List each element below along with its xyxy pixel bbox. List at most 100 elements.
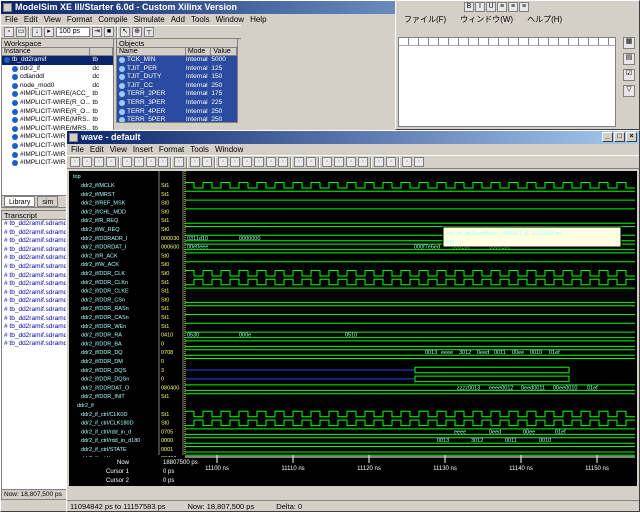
menu-compile[interactable]: Compile — [98, 14, 127, 25]
menu-window[interactable]: Window — [216, 14, 244, 25]
break-icon[interactable]: ■ — [104, 27, 114, 37]
side-tool-3-icon[interactable]: ☑ — [623, 69, 635, 81]
zoom-out-icon[interactable]: · — [334, 157, 344, 167]
workspace-tree-item[interactable]: #IMPLICIT-WIRE(MRS... tb — [2, 116, 113, 125]
zoom-in-icon[interactable]: · — [322, 157, 332, 167]
signal-name[interactable]: ddr2_if/DDR_DQS — [81, 368, 127, 374]
new-icon[interactable]: ▫ — [4, 27, 14, 37]
object-row[interactable]: TERR_2PER Internal 175 — [117, 90, 237, 99]
run-icon[interactable]: ▸ — [44, 27, 54, 37]
cut-icon[interactable]: · — [122, 157, 132, 167]
print-icon[interactable]: · — [106, 157, 116, 167]
workspace-tree-item[interactable]: node_mod0 dc — [2, 82, 113, 91]
signal-name[interactable]: ddr2_if/R_ACK — [81, 253, 118, 259]
object-row[interactable]: TERR_5PER Internal 250 — [117, 116, 237, 122]
mode-column-header[interactable]: Mode — [186, 48, 212, 55]
signal-name[interactable]: ddr2_if_ctrl/CLK0D — [81, 412, 127, 418]
wave-display[interactable]: top ddr2_if/MCLK St1 ddr2_if/MRST St1 ddr2_if… — [69, 171, 637, 486]
menu-add[interactable]: Add — [171, 14, 185, 25]
edge-next-icon[interactable]: · — [414, 157, 424, 167]
wave-menu-insert[interactable]: Insert — [133, 144, 153, 155]
workspace-tree-item[interactable]: cdlanddl dc — [2, 73, 113, 82]
signal-name[interactable]: ddr2_if/DDR_CLKn — [81, 280, 128, 286]
object-row[interactable]: TCK_MIN Internal 5000 — [117, 56, 237, 65]
italic-icon[interactable]: I — [475, 2, 485, 12]
copy-icon[interactable]: · — [134, 157, 144, 167]
object-row[interactable]: TJIT_DUTY Internal 150 — [117, 73, 237, 82]
step-icon[interactable]: ↓ — [32, 27, 42, 37]
bg-menu-help[interactable]: ヘルプ(H) — [527, 14, 562, 25]
select-icon[interactable]: · — [294, 157, 304, 167]
edge-prev-icon[interactable]: · — [402, 157, 412, 167]
workspace-tree-item[interactable]: #IMPLICIT-WIRE(ACC_... tb — [2, 90, 113, 99]
minimize-button[interactable]: _ — [602, 132, 613, 142]
menu-file[interactable]: File — [5, 14, 18, 25]
ruler-icon[interactable]: ┬ — [144, 27, 154, 37]
wave-menu-file[interactable]: File — [71, 144, 84, 155]
signal-name[interactable]: ddr2_if/DDR_CASn — [81, 315, 129, 321]
menu-tools[interactable]: Tools — [191, 14, 210, 25]
menu-view[interactable]: View — [44, 14, 61, 25]
signal-name[interactable]: ddr2_if/DDR_CLKE — [81, 289, 129, 295]
zoom-icon[interactable]: ⊕ — [132, 27, 142, 37]
undo-icon[interactable]: · — [158, 157, 168, 167]
add-wave-icon[interactable]: · — [190, 157, 200, 167]
workspace-tree-item[interactable]: #IMPLICIT-WIRE(R_O...tb — [2, 99, 113, 108]
signal-name[interactable]: ddr2_if/DDR_CSn — [81, 297, 125, 303]
signal-name[interactable]: ddr2_if/CHL_MDD — [81, 209, 126, 215]
signal-name[interactable]: ddr2_if/MCLK — [81, 183, 115, 189]
signal-name[interactable]: ddr2_if/DDRDAT_O — [81, 385, 130, 391]
side-tool-4-icon[interactable]: ▽ — [623, 85, 635, 97]
align-icon[interactable]: ≡ — [497, 2, 507, 12]
value-column-header[interactable]: Value — [211, 48, 237, 55]
new-icon[interactable]: · — [70, 157, 80, 167]
signal-name[interactable]: ddr2_if/DDR_DQ — [81, 350, 123, 356]
continue-icon[interactable]: · — [254, 157, 264, 167]
signal-name[interactable]: ddr2_if/DDR_RASn — [81, 306, 129, 312]
wave-menu-edit[interactable]: Edit — [90, 144, 104, 155]
close-button[interactable]: × — [626, 132, 637, 142]
side-tool-2-icon[interactable]: ▤ — [623, 53, 635, 65]
find-edge-icon[interactable]: · — [202, 157, 212, 167]
save-icon[interactable]: · — [94, 157, 104, 167]
open-icon[interactable]: · — [82, 157, 92, 167]
break-icon[interactable]: · — [266, 157, 276, 167]
run-icon[interactable]: · — [230, 157, 240, 167]
zoom-range-icon[interactable]: · — [358, 157, 368, 167]
workspace-tree-item[interactable]: ddr2_if dc — [2, 65, 113, 74]
instance-column-header[interactable]: Instance — [2, 48, 91, 55]
signal-name[interactable]: ddr2_if_ctrl/STATE — [81, 447, 127, 453]
restart-icon[interactable]: · — [278, 157, 288, 167]
signal-name[interactable]: ddr2_if_ctrl/rdd_in_d — [81, 429, 131, 435]
step-icon[interactable]: · — [242, 157, 252, 167]
cursor-add-icon[interactable]: · — [374, 157, 384, 167]
signal-name[interactable]: ddr2_if/DDR_DM — [81, 359, 123, 365]
wave-menu-window[interactable]: Window — [215, 144, 243, 155]
workspace-tree-item[interactable]: tb_dd2ramif tb — [2, 56, 113, 65]
object-row[interactable]: TJIT_PER Internal 125 — [117, 65, 237, 74]
open-icon[interactable]: ▭ — [16, 27, 26, 37]
zoom-icon[interactable]: · — [306, 157, 316, 167]
signal-name[interactable]: ddr2_if/DDR_DQSn — [81, 377, 129, 383]
signal-name[interactable]: ddr2_if/R_REQ — [81, 218, 119, 224]
maximize-button[interactable]: □ — [614, 132, 625, 142]
find-icon[interactable]: · — [174, 157, 184, 167]
select-icon[interactable]: ↖ — [120, 27, 130, 37]
signal-name[interactable]: ddr2_if_ctrl/rdd_in_d180 — [81, 438, 140, 444]
object-row[interactable]: TERR_4PER Internal 250 — [117, 108, 237, 117]
wave-menu-format[interactable]: Format — [159, 144, 184, 155]
signal-name[interactable]: ddr2_if/DDRADR_I — [81, 236, 128, 242]
zoom-full-icon[interactable]: · — [346, 157, 356, 167]
run-all-icon[interactable]: ⇥ — [92, 27, 102, 37]
object-row[interactable]: TJIT_CC Internal 250 — [117, 82, 237, 91]
run-length-input[interactable]: 100 ps — [56, 27, 90, 37]
signal-name[interactable]: ddr2_if/W_ACK — [81, 262, 119, 268]
name-column-header[interactable]: Name — [117, 48, 186, 55]
side-tool-1-icon[interactable]: ▦ — [623, 37, 635, 49]
signal-name[interactable]: ddr2_if/DDR_WEn — [81, 324, 126, 330]
object-row[interactable]: TERR_3PER Internal 225 — [117, 99, 237, 108]
signal-name[interactable]: ddr2_if/REF_MSK — [81, 201, 126, 207]
wave-menu-tools[interactable]: Tools — [190, 144, 209, 155]
wave-menu-view[interactable]: View — [110, 144, 127, 155]
tab-sim[interactable]: sim — [37, 196, 59, 207]
